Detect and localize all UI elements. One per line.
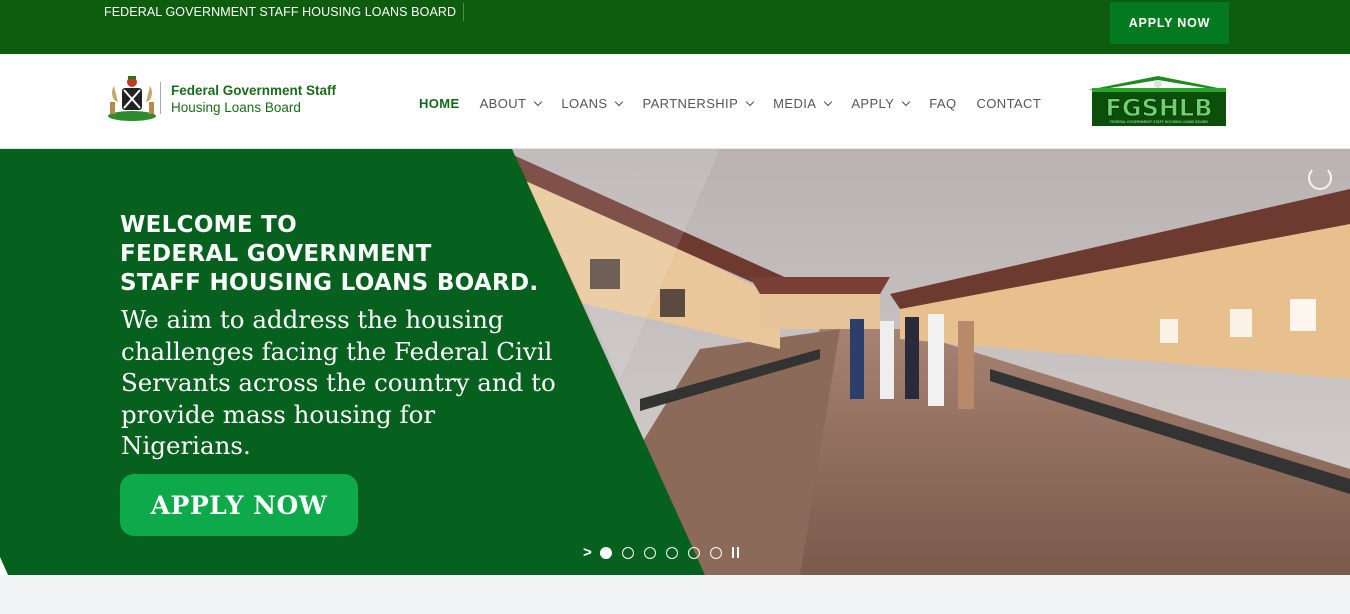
hero-headline-line: STAFF HOUSING LOANS BOARD. — [120, 270, 539, 296]
pause-icon[interactable] — [731, 547, 739, 558]
nav-item-label: FAQ — [929, 96, 957, 111]
main-header: Federal Government Staff Housing Loans B… — [0, 54, 1350, 149]
coat-of-arms-icon — [108, 76, 156, 121]
chevron-down-icon — [824, 97, 833, 106]
slide-dot-2[interactable] — [621, 546, 634, 559]
fgshlb-logo-text: FGSHLB — [1105, 94, 1212, 122]
nav-item-contact[interactable]: CONTACT — [977, 96, 1042, 111]
slider-pagination: > — [583, 544, 739, 561]
chevron-down-icon — [902, 97, 911, 106]
fgshlb-logo[interactable]: FGSHLB FEDERAL GOVERNMENT STAFF HOUSING … — [1084, 74, 1232, 130]
top-bar-divider — [463, 3, 464, 21]
next-slide-icon[interactable]: > — [583, 544, 592, 561]
nav-item-apply[interactable]: APPLY — [851, 96, 911, 111]
slide-dot-3[interactable] — [643, 546, 656, 559]
nav-item-label: CONTACT — [976, 96, 1042, 111]
hero-headline: WELCOME TO FEDERAL GOVERNMENT STAFF HOUS… — [120, 211, 538, 298]
hero-headline-line: WELCOME TO — [120, 212, 298, 238]
hero-slider: WELCOME TO FEDERAL GOVERNMENT STAFF HOUS… — [0, 149, 1350, 575]
nav-item-label: HOME — [419, 96, 460, 111]
site-logo[interactable]: Federal Government Staff Housing Loans B… — [104, 72, 344, 126]
slide-dot-4[interactable] — [665, 546, 678, 559]
board-name-text: FEDERAL GOVERNMENT STAFF HOUSING LOANS B… — [104, 5, 457, 19]
hero-subtext: We aim to address the housing challenges… — [121, 305, 556, 460]
logo-title: Federal Government Staff — [171, 83, 337, 98]
nav-item-label: APPLY — [851, 96, 895, 111]
slider-loading-icon — [1308, 166, 1332, 190]
nav-item-loans[interactable]: LOANS — [561, 96, 624, 111]
slide-dot-5[interactable] — [687, 546, 700, 559]
slide-dot-1[interactable] — [599, 546, 612, 559]
chevron-down-icon — [534, 97, 543, 106]
apply-now-top-button[interactable]: APPLY NOW — [1110, 2, 1229, 44]
nav-item-partnership[interactable]: PARTNERSHIP — [642, 96, 755, 111]
hero-headline-line: FEDERAL GOVERNMENT — [120, 241, 432, 267]
nav-item-home[interactable]: HOME — [419, 96, 460, 111]
top-bar: FEDERAL GOVERNMENT STAFF HOUSING LOANS B… — [0, 0, 1350, 54]
nav-item-label: LOANS — [561, 96, 608, 111]
main-nav: HOME ABOUT LOANS PARTNERSHIP MEDIA APPLY… — [419, 96, 1061, 111]
apply-now-hero-button[interactable]: APPLY NOW — [120, 474, 358, 536]
fgshlb-logo-tagline: FEDERAL GOVERNMENT STAFF HOUSING LOANS B… — [1110, 120, 1208, 124]
chevron-down-icon — [745, 97, 755, 106]
nav-item-label: ABOUT — [479, 96, 527, 111]
logo-divider — [160, 82, 161, 114]
logo-subtitle: Housing Loans Board — [171, 100, 301, 115]
slide-dot-6[interactable] — [709, 546, 722, 559]
nav-item-media[interactable]: MEDIA — [773, 96, 833, 111]
nav-item-faq[interactable]: FAQ — [929, 96, 956, 111]
nav-item-label: PARTNERSHIP — [642, 96, 739, 111]
nav-item-label: MEDIA — [773, 96, 817, 111]
nav-item-about[interactable]: ABOUT — [479, 96, 543, 111]
chevron-down-icon — [615, 97, 624, 106]
